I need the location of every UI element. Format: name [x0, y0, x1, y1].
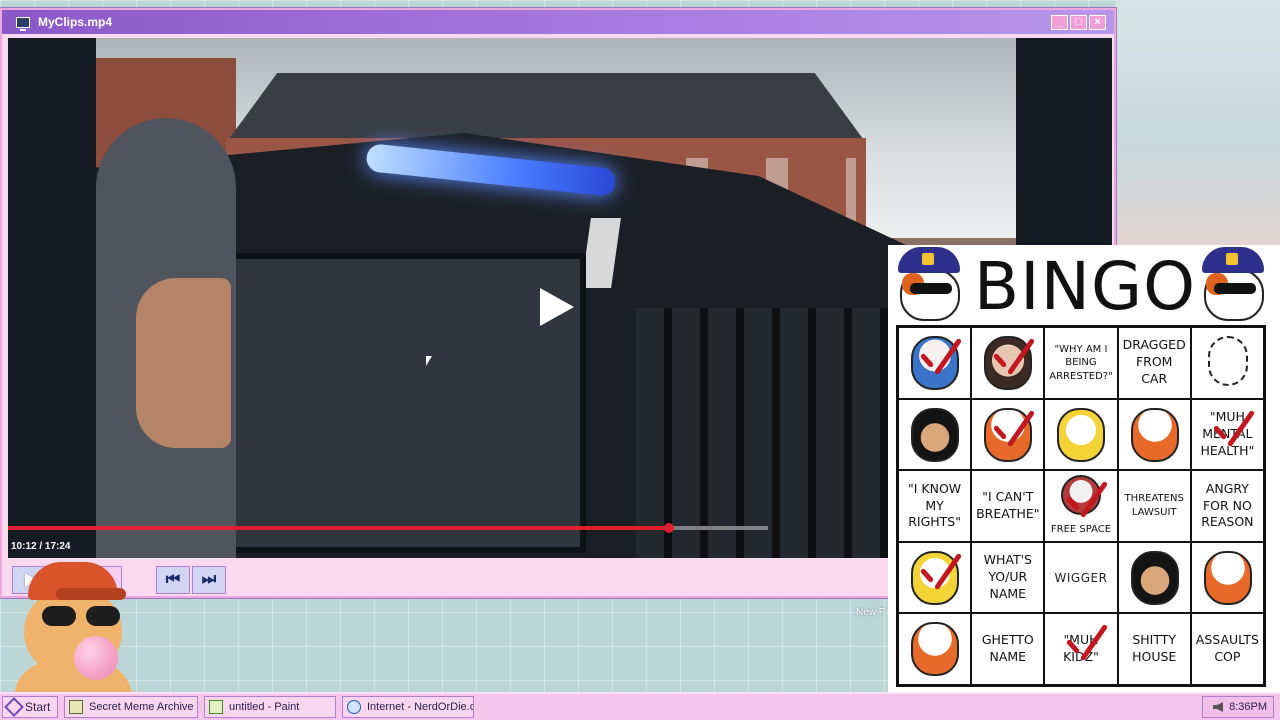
task-label: untitled - Paint: [229, 701, 300, 713]
bingo-cell: [1190, 327, 1264, 399]
cop-cat-right-image: [1194, 247, 1270, 329]
task-label: Internet - NerdOrDie.com: [367, 701, 473, 713]
bingo-cell: FREE SPACE: [1044, 470, 1118, 542]
close-button[interactable]: ×: [1089, 14, 1106, 30]
speaker-icon[interactable]: [1213, 702, 1224, 712]
bingo-cell: WIGGER: [1044, 541, 1118, 614]
bingo-cell-text: ANGRY FOR NO REASON: [1201, 480, 1254, 530]
bingo-cell: THREATENS LAWSUIT: [1117, 470, 1191, 542]
bingo-card: BINGO "WHY AM I BEING ARRESTED?" DRAGGED …: [888, 245, 1280, 692]
task-internet[interactable]: Internet - NerdOrDie.com: [342, 696, 474, 718]
start-button[interactable]: Start: [2, 696, 58, 718]
folder-icon: [69, 700, 83, 714]
bingo-cell: ANGRY FOR NO REASON: [1190, 470, 1264, 542]
start-logo-icon: [4, 697, 24, 717]
bingo-cell: [898, 541, 972, 614]
window-titlebar[interactable]: MyClips.mp4 _ □ ×: [2, 10, 1114, 34]
bingo-cell-text: ASSAULTS COP: [1195, 632, 1259, 665]
bingo-cell-text: "I CAN'T BREATHE": [976, 489, 1040, 521]
video-roof: [226, 73, 866, 143]
bingo-cell: [898, 327, 972, 399]
desktop-background-glow: [1115, 0, 1280, 245]
bingo-cell: ASSAULTS COP: [1190, 613, 1264, 685]
cat-mascot-image: [1057, 407, 1106, 462]
bingo-grid: "WHY AM I BEING ARRESTED?" DRAGGED FROM C…: [896, 325, 1266, 687]
sunglasses-icon: [42, 606, 126, 626]
cat-mascot-image: [911, 407, 959, 462]
cat-mascot-image: [1207, 336, 1248, 386]
cat-mascot-image: [911, 622, 959, 677]
previous-icon: ⏮: [165, 571, 181, 588]
cop-cat-left-image: [890, 247, 966, 329]
bingo-title: BINGO: [973, 248, 1197, 325]
minimize-button[interactable]: _: [1051, 14, 1068, 30]
bingo-cell: [1117, 398, 1191, 471]
bingo-cell-text: DRAGGED FROM CAR: [1122, 337, 1186, 387]
bingo-cell-text: "I KNOW MY RIGHTS": [908, 480, 962, 530]
bingo-cell: "I KNOW MY RIGHTS": [898, 470, 972, 542]
video-car-door: [226, 253, 586, 553]
cat-mascot-image: [984, 407, 1033, 462]
bingo-cell-text: SHITTY HOUSE: [1132, 632, 1177, 665]
bingo-cell: [898, 613, 972, 685]
bingo-cell: GHETTO NAME: [971, 613, 1045, 685]
cat-mascot-image: [911, 550, 959, 605]
cat-mascot-image: [1130, 550, 1179, 605]
globe-icon: [347, 700, 361, 714]
bingo-cell: SHITTY HOUSE: [1117, 613, 1191, 685]
bingo-cell-text: "MUH MENTAL HEALTH": [1200, 409, 1255, 458]
cat-hat-brim: [56, 588, 126, 600]
bingo-cell-text: "MUH KIDZ": [1063, 632, 1099, 665]
system-tray: 8:36PM: [1202, 696, 1274, 718]
bingo-cell: [1117, 541, 1191, 614]
playback-time: 10:12 / 17:24: [11, 541, 71, 552]
clock: 8:36PM: [1229, 701, 1267, 713]
bingo-cell: WHAT'S YO/UR NAME: [971, 541, 1045, 614]
bingo-cell: [971, 398, 1045, 471]
video-person-face: [136, 278, 231, 448]
bingo-cell: [898, 398, 972, 471]
bingo-cell: [1044, 398, 1118, 471]
task-label: Secret Meme Archive: [89, 701, 194, 713]
bingo-cell: DRAGGED FROM CAR: [1117, 327, 1191, 399]
desktop-icon-label[interactable]: New F: [856, 607, 885, 618]
bingo-cell-text: FREE SPACE: [1050, 524, 1112, 536]
monitor-icon: [16, 16, 30, 31]
cat-mascot-image: [984, 336, 1033, 390]
bubblegum-bubble: [74, 636, 118, 680]
bingo-cell-text: WHAT'S YO/UR NAME: [983, 552, 1032, 602]
bingo-cell-text: GHETTO NAME: [981, 632, 1034, 665]
maximize-button[interactable]: □: [1070, 14, 1087, 30]
bingo-cell: "MUH MENTAL HEALTH": [1190, 398, 1264, 471]
window-buttons: _ □ ×: [1051, 14, 1106, 30]
play-overlay-icon[interactable]: [540, 288, 576, 328]
seek-bar-fill: [8, 526, 670, 530]
bingo-cell: "WHY AM I BEING ARRESTED?": [1044, 327, 1118, 399]
bingo-cell: [971, 327, 1045, 399]
task-paint[interactable]: untitled - Paint: [204, 696, 336, 718]
bingo-cell: "I CAN'T BREATHE": [971, 470, 1045, 542]
previous-button[interactable]: ⏮: [156, 566, 190, 594]
mouse-cursor-icon: [426, 356, 432, 366]
cat-mascot-image: [1203, 550, 1252, 605]
player-controls: ⏮ ⏭: [8, 560, 888, 598]
start-label: Start: [25, 700, 51, 714]
cat-sticker-image: [6, 558, 136, 698]
paint-icon: [209, 700, 223, 714]
bingo-cell-text: WIGGER: [1054, 570, 1108, 585]
taskbar: Start Secret Meme Archive untitled - Pai…: [0, 692, 1280, 720]
bingo-cell: [1190, 541, 1264, 614]
task-secret-meme-archive[interactable]: Secret Meme Archive: [64, 696, 198, 718]
bingo-cell-text: THREATENS LAWSUIT: [1124, 493, 1184, 518]
cat-mascot-image: [1061, 475, 1102, 516]
next-button[interactable]: ⏭: [192, 566, 226, 594]
cat-mascot-image: [1130, 407, 1179, 462]
bingo-cell: "MUH KIDZ": [1044, 613, 1118, 685]
cat-mascot-image: [911, 336, 959, 390]
next-icon: ⏭: [201, 571, 217, 588]
seek-bar[interactable]: [8, 523, 768, 533]
window-title: MyClips.mp4: [38, 15, 113, 29]
bingo-cell-text: "WHY AM I BEING ARRESTED?": [1049, 343, 1113, 382]
